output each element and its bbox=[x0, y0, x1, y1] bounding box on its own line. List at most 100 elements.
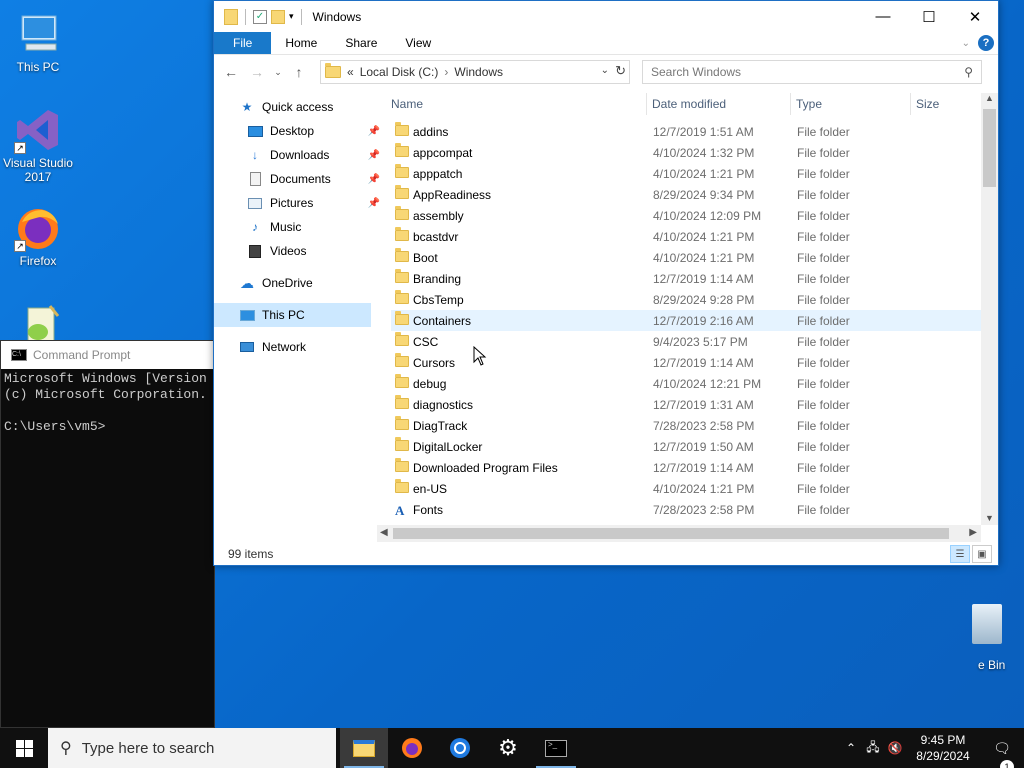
table-row[interactable]: diagnostics 12/7/2019 1:31 AM File folder bbox=[391, 394, 984, 415]
table-row[interactable]: Downloaded Program Files 12/7/2019 1:14 A… bbox=[391, 457, 984, 478]
taskbar-chrome[interactable] bbox=[436, 728, 484, 768]
file-type: File folder bbox=[797, 503, 850, 517]
table-row[interactable]: en-US 4/10/2024 1:21 PM File folder bbox=[391, 478, 984, 499]
column-date-modified[interactable]: Date modified bbox=[652, 97, 726, 111]
table-row[interactable]: Branding 12/7/2019 1:14 AM File folder bbox=[391, 268, 984, 289]
taskbar-file-explorer[interactable] bbox=[340, 728, 388, 768]
scroll-left-icon[interactable]: ◀ bbox=[380, 527, 388, 538]
volume-muted-icon[interactable]: 🔇 bbox=[884, 741, 906, 755]
network-icon[interactable]: 🖧 bbox=[862, 738, 884, 759]
desktop-icon-visual-studio[interactable]: ↗ Visual Studio 2017 bbox=[0, 106, 76, 184]
recent-locations-icon[interactable]: ⌄ bbox=[272, 67, 284, 78]
pin-icon[interactable]: 📌 bbox=[368, 126, 380, 137]
customize-qa-icon[interactable]: ▾ bbox=[289, 11, 294, 22]
column-name[interactable]: Name bbox=[391, 97, 423, 111]
table-row[interactable]: debug 4/10/2024 12:21 PM File folder bbox=[391, 373, 984, 394]
column-size[interactable]: Size bbox=[916, 97, 939, 111]
close-button[interactable]: ✕ bbox=[952, 1, 998, 32]
chevron-down-icon[interactable]: ⌄ bbox=[601, 65, 609, 76]
nav-quick-access[interactable]: ★ Quick access bbox=[214, 95, 384, 119]
table-row[interactable]: assembly 4/10/2024 12:09 PM File folder bbox=[391, 205, 984, 226]
up-arrow-icon[interactable]: ↑ bbox=[288, 64, 310, 80]
breadcrumb-overflow[interactable]: « bbox=[347, 65, 354, 79]
nav-downloads[interactable]: ↓ Downloads 📌 bbox=[214, 143, 384, 167]
table-row[interactable]: DigitalLocker 12/7/2019 1:50 AM File folde… bbox=[391, 436, 984, 457]
tab-file[interactable]: File bbox=[214, 32, 272, 54]
cmd-console[interactable]: Microsoft Windows [Version (c) Microsoft … bbox=[1, 369, 214, 437]
new-folder-icon[interactable] bbox=[271, 9, 285, 24]
nav-documents[interactable]: Documents 📌 bbox=[214, 167, 384, 191]
taskbar-terminal[interactable]: >_ bbox=[532, 728, 580, 768]
minimize-button[interactable]: — bbox=[860, 1, 906, 32]
scroll-right-icon[interactable]: ▶ bbox=[969, 527, 977, 538]
nav-videos[interactable]: Videos bbox=[214, 239, 384, 263]
nav-pictures[interactable]: Pictures 📌 bbox=[214, 191, 384, 215]
explorer-titlebar[interactable]: ✓ ▾ Windows — ☐ ✕ bbox=[214, 1, 998, 32]
desktop-icon-recycle-bin[interactable]: e Bin bbox=[966, 596, 1024, 676]
folder-icon bbox=[395, 206, 409, 220]
cmd-titlebar[interactable]: C:\ Command Prompt bbox=[1, 341, 214, 369]
refresh-icon[interactable]: ↻ bbox=[615, 63, 626, 79]
table-row[interactable]: apppatch 4/10/2024 1:21 PM File folder bbox=[391, 163, 984, 184]
show-hidden-icons-icon[interactable]: ⌃ bbox=[840, 741, 862, 755]
file-name: appcompat bbox=[413, 146, 473, 160]
tab-share[interactable]: Share bbox=[331, 32, 391, 54]
desktop-icon-this-pc[interactable]: This PC bbox=[0, 10, 76, 74]
file-type: File folder bbox=[797, 251, 850, 265]
properties-icon[interactable]: ✓ bbox=[253, 9, 267, 24]
table-row[interactable]: AppReadiness 8/29/2024 9:34 PM File folder bbox=[391, 184, 984, 205]
breadcrumb-local-disk[interactable]: Local Disk (C:) bbox=[360, 65, 439, 79]
terminal-icon: >_ bbox=[545, 739, 567, 757]
firefox-icon: ↗ bbox=[14, 204, 62, 252]
nav-network[interactable]: Network bbox=[214, 335, 384, 359]
scroll-up-icon[interactable]: ▲ bbox=[985, 93, 994, 103]
scroll-thumb[interactable] bbox=[393, 528, 949, 539]
large-icons-view-icon[interactable]: ▣ bbox=[972, 545, 992, 563]
nav-onedrive[interactable]: ☁ OneDrive bbox=[214, 271, 384, 295]
table-row[interactable]: CbsTemp 8/29/2024 9:28 PM File folder bbox=[391, 289, 984, 310]
pin-icon[interactable]: 📌 bbox=[368, 174, 380, 185]
scroll-down-icon[interactable]: ▼ bbox=[985, 513, 994, 523]
table-row[interactable]: Containers 12/7/2019 2:16 AM File folder bbox=[391, 310, 984, 331]
file-name: Branding bbox=[413, 272, 462, 286]
address-bar[interactable]: « Local Disk (C:) › Windows ⌄ ↻ bbox=[320, 60, 630, 84]
table-row[interactable]: DiagTrack 7/28/2023 2:58 PM File folder bbox=[391, 415, 984, 436]
details-view-icon[interactable]: ☰ bbox=[950, 545, 970, 563]
horizontal-scrollbar[interactable]: ◀ ▶ bbox=[377, 525, 981, 542]
clock[interactable]: 9:45 PM 8/29/2024 bbox=[906, 732, 980, 764]
nav-desktop[interactable]: Desktop 📌 bbox=[214, 119, 384, 143]
back-arrow-icon[interactable]: ← bbox=[220, 64, 242, 80]
file-name: assembly bbox=[413, 209, 464, 223]
table-row[interactable]: addins 12/7/2019 1:51 AM File folder bbox=[391, 121, 984, 142]
table-row[interactable]: Boot 4/10/2024 1:21 PM File folder bbox=[391, 247, 984, 268]
vertical-scrollbar[interactable]: ▲ ▼ bbox=[981, 93, 998, 525]
forward-arrow-icon[interactable]: → bbox=[246, 64, 268, 80]
expand-ribbon-icon[interactable]: ⌄ bbox=[962, 38, 970, 49]
tab-home[interactable]: Home bbox=[271, 32, 331, 54]
nav-music[interactable]: ♪ Music bbox=[214, 215, 384, 239]
taskbar-settings[interactable]: ⚙ bbox=[484, 728, 532, 768]
desktop-icon-firefox[interactable]: ↗ Firefox bbox=[0, 204, 76, 268]
taskbar-search-box[interactable]: ⚲ Type here to search bbox=[48, 728, 336, 768]
start-button[interactable] bbox=[0, 728, 48, 768]
pin-icon[interactable]: 📌 bbox=[368, 150, 380, 161]
table-row[interactable]: A Fonts 7/28/2023 2:58 PM File folder bbox=[391, 499, 984, 520]
action-center-button[interactable]: 🗨 1 bbox=[980, 740, 1024, 768]
taskbar-firefox[interactable] bbox=[388, 728, 436, 768]
clock-time: 9:45 PM bbox=[920, 733, 966, 747]
command-prompt-window[interactable]: C:\ Command Prompt Microsoft Windows [Ve… bbox=[0, 340, 215, 728]
pin-icon[interactable]: 📌 bbox=[368, 198, 380, 209]
nav-label: Network bbox=[262, 340, 307, 354]
table-row[interactable]: appcompat 4/10/2024 1:32 PM File folder bbox=[391, 142, 984, 163]
scroll-thumb[interactable] bbox=[983, 109, 996, 187]
help-icon[interactable]: ? bbox=[978, 35, 994, 51]
tab-view[interactable]: View bbox=[391, 32, 445, 54]
file-date-modified: 7/28/2023 2:58 PM bbox=[653, 503, 755, 517]
table-row[interactable]: bcastdvr 4/10/2024 1:21 PM File folder bbox=[391, 226, 984, 247]
nav-this-pc[interactable]: This PC bbox=[214, 303, 371, 327]
column-type[interactable]: Type bbox=[796, 97, 822, 111]
breadcrumb-windows[interactable]: Windows bbox=[454, 65, 503, 79]
search-input[interactable]: Search Windows ⚲ bbox=[642, 60, 982, 84]
shortcut-arrow-icon: ↗ bbox=[14, 240, 26, 252]
maximize-button[interactable]: ☐ bbox=[906, 1, 952, 32]
